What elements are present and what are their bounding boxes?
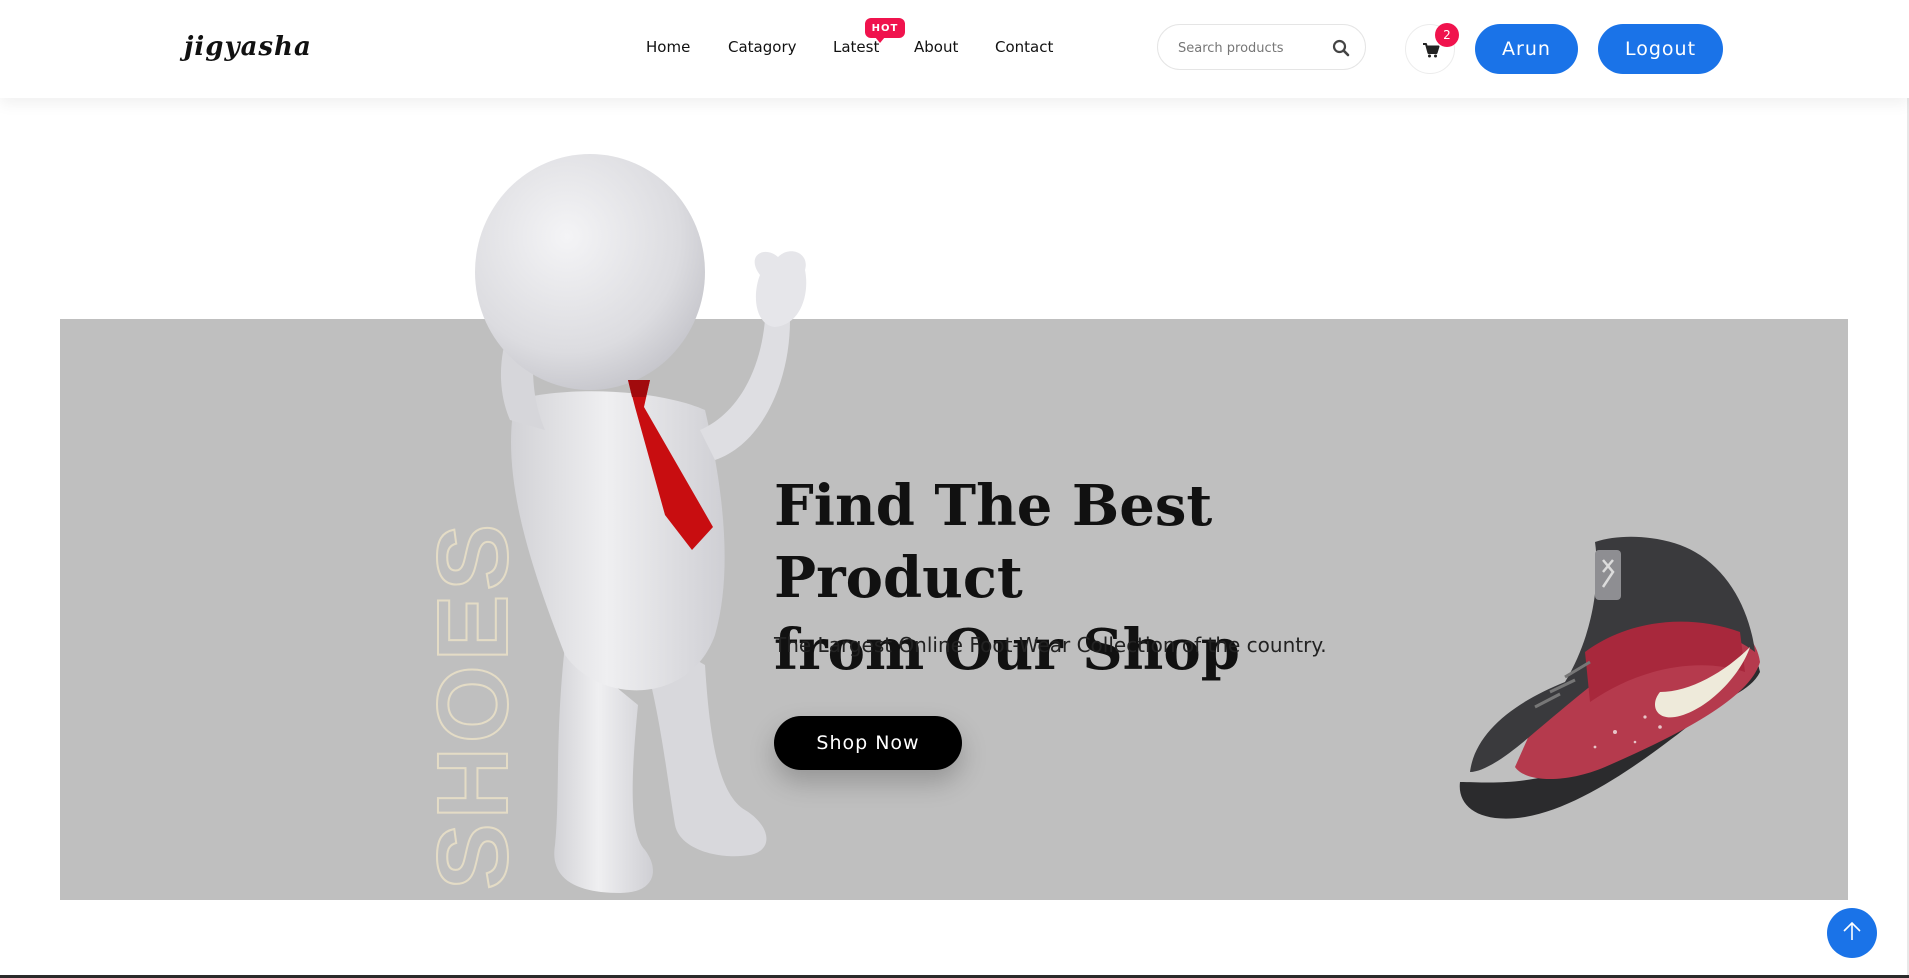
hero-headline-line1: Find The Best Product <box>774 473 1213 611</box>
nav-latest[interactable]: Latest <box>833 38 879 56</box>
site-header: jigyasha Home Catagory Latest About Cont… <box>0 0 1909 98</box>
search-input[interactable] <box>1178 37 1328 59</box>
nav-contact[interactable]: Contact <box>995 38 1053 56</box>
search-box <box>1157 24 1366 70</box>
search-icon[interactable] <box>1331 38 1351 58</box>
nav-about[interactable]: About <box>914 38 958 56</box>
nav-home[interactable]: Home <box>646 38 690 56</box>
hot-badge: HOT <box>865 18 905 43</box>
sneaker-product-image <box>1459 536 1760 819</box>
scroll-to-top-button[interactable] <box>1827 908 1877 958</box>
cart-count-badge: 2 <box>1435 23 1459 47</box>
arrow-up-icon <box>1841 920 1863 946</box>
logout-button[interactable]: Logout <box>1598 24 1723 74</box>
site-logo[interactable]: jigyasha <box>184 32 312 62</box>
shop-now-button[interactable]: Shop Now <box>774 716 962 770</box>
hero-subtitle: The Largest Online Foot-Wear Collection … <box>774 633 1327 657</box>
nav-category[interactable]: Catagory <box>728 38 796 56</box>
user-button[interactable]: Arun <box>1475 24 1578 74</box>
